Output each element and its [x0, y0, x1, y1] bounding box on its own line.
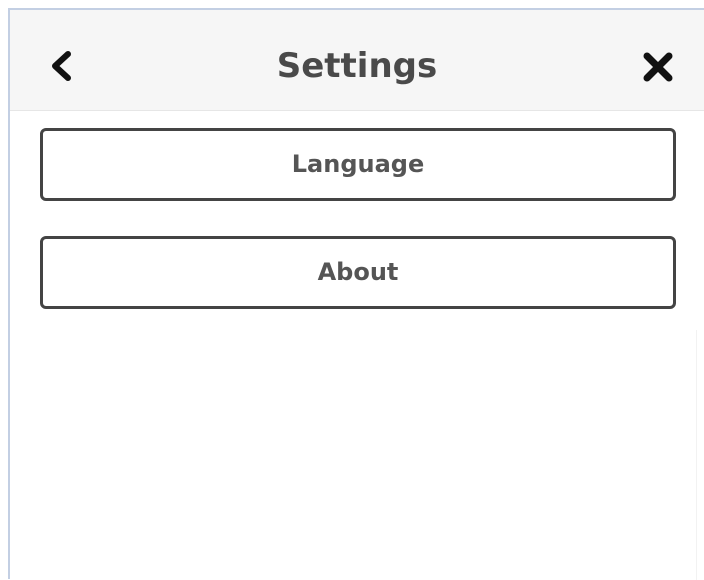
- language-button[interactable]: Language: [40, 128, 676, 201]
- about-button[interactable]: About: [40, 236, 676, 309]
- settings-panel: Settings Language About: [8, 8, 704, 580]
- close-x-icon: [643, 52, 673, 82]
- page-title: Settings: [276, 46, 438, 86]
- close-button[interactable]: [638, 48, 678, 86]
- chevron-left-icon: [52, 51, 71, 81]
- language-button-label: Language: [291, 150, 425, 178]
- back-button[interactable]: [44, 46, 78, 86]
- settings-header: Settings: [10, 10, 704, 111]
- panel-edge-divider: [696, 330, 697, 580]
- about-button-label: About: [317, 258, 399, 286]
